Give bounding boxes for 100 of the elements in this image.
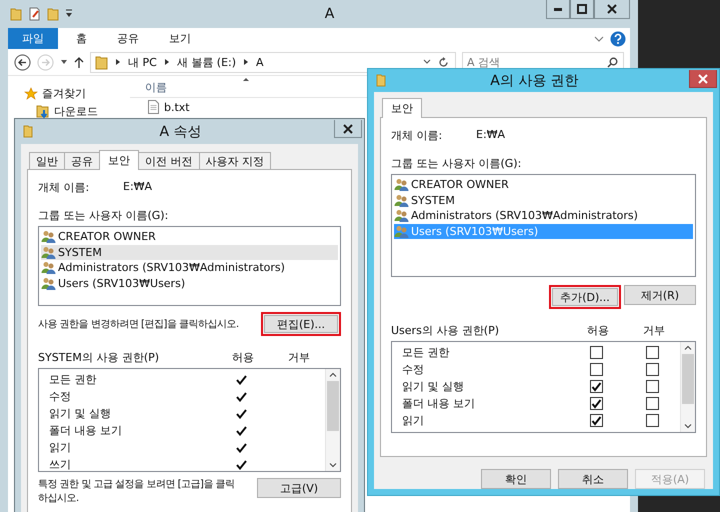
checkbox[interactable] <box>646 363 658 376</box>
maximize-button[interactable] <box>570 0 594 19</box>
scrollbar[interactable] <box>680 342 695 432</box>
user-group-icon <box>41 261 56 274</box>
dropdown-icon[interactable] <box>65 9 73 19</box>
permission-name: 읽기 및 실행 <box>49 406 111 421</box>
dropdown-caret-icon[interactable] <box>423 59 431 65</box>
search-icon[interactable] <box>607 56 618 68</box>
principal-item[interactable]: Administrators (SRV103₩Administrators) <box>394 208 693 224</box>
refresh-icon[interactable] <box>438 56 449 68</box>
checkbox[interactable] <box>646 414 658 427</box>
object-name-label: 개체 이름: <box>391 128 444 143</box>
download-folder-icon <box>36 104 50 119</box>
help-icon[interactable] <box>610 30 626 46</box>
user-group-icon <box>394 209 409 222</box>
object-name-value: E:₩A <box>476 128 506 143</box>
principal-item[interactable]: Users (SRV103₩Users) <box>41 276 338 291</box>
principal-item[interactable]: Administrators (SRV103₩Administrators) <box>41 260 338 276</box>
tab[interactable]: 일반 <box>29 152 65 169</box>
principal-item[interactable]: CREATOR OWNER <box>394 177 693 192</box>
checkbox[interactable] <box>590 363 602 376</box>
window-title: A <box>324 6 336 22</box>
tab[interactable]: 공유 <box>64 152 100 169</box>
permission-name: 폴더 내용 보기 <box>402 396 475 411</box>
user-group-icon <box>394 178 409 192</box>
principal-item[interactable]: CREATOR OWNER <box>41 229 338 244</box>
tab[interactable]: 보안 <box>382 98 422 118</box>
breadcrumb[interactable]: 내 PC <box>128 54 157 70</box>
close-button[interactable] <box>334 120 362 138</box>
breadcrumb[interactable]: A <box>256 56 264 68</box>
list-button[interactable]: 제거(R) <box>624 285 696 305</box>
nav-item[interactable]: 즐겨찾기 <box>42 86 86 101</box>
object-name-label: 개체 이름: <box>38 180 90 195</box>
tab[interactable]: 사용자 지정 <box>198 152 271 169</box>
scrollbar[interactable] <box>325 369 340 471</box>
scroll-thumb[interactable] <box>327 381 339 431</box>
chevron-icon[interactable] <box>243 58 250 66</box>
close-icon <box>343 124 353 134</box>
dialog-button[interactable]: 취소 <box>558 469 628 489</box>
edit-button[interactable]: 편집(E)... <box>261 312 341 336</box>
checkbox[interactable] <box>590 346 602 359</box>
close-button[interactable] <box>689 70 717 88</box>
back-icon[interactable] <box>14 54 31 70</box>
scroll-down-icon[interactable] <box>329 463 337 468</box>
edit-hint: 사용 권한을 변경하려면 [편집]을 클릭하십시오. <box>38 318 239 331</box>
tab[interactable]: 보안 <box>99 150 139 170</box>
principal-item[interactable]: SYSTEM <box>41 244 338 260</box>
scroll-thumb[interactable] <box>682 354 694 404</box>
principal-list[interactable]: CREATOR OWNER SYSTEM Administrators (SRV103₩Administrators) Users (SRV103₩Users) <box>38 226 341 306</box>
permissions-label: SYSTEM의 사용 권한(P) <box>38 350 160 365</box>
permission-name: 쓰기 <box>49 457 71 472</box>
ribbon-tab[interactable]: 공유 <box>105 28 151 49</box>
object-name-value: E:₩A <box>123 180 152 195</box>
properties-icon[interactable] <box>28 7 41 21</box>
advanced-hint: 특정 권한 및 고급 설정을 보려면 [고급]을 클릭하십시오. <box>38 478 236 506</box>
minimize-button[interactable] <box>546 0 570 19</box>
checkbox[interactable] <box>590 414 602 427</box>
permission-name: 모든 권한 <box>402 345 450 360</box>
dialog-button[interactable]: 확인 <box>481 469 551 489</box>
ribbon-tab[interactable]: 보기 <box>157 28 203 49</box>
chevron-icon[interactable] <box>115 58 121 66</box>
deny-header: 거부 <box>287 350 311 365</box>
user-group-icon <box>394 194 409 207</box>
folder-icon <box>23 125 33 138</box>
permission-name: 읽기 <box>402 413 424 428</box>
history-caret-icon[interactable] <box>60 59 68 65</box>
ribbon-tab[interactable]: 홈 <box>64 28 99 49</box>
groups-label: 그룹 또는 사용자 이름(G): <box>391 156 522 172</box>
checkbox[interactable] <box>646 346 658 359</box>
groups-label: 그룹 또는 사용자 이름(G): <box>38 208 170 224</box>
checkbox[interactable] <box>590 397 602 410</box>
breadcrumb[interactable]: 새 볼륨 (E:) <box>176 54 236 70</box>
expand-ribbon-icon[interactable] <box>594 34 604 42</box>
file-name[interactable]: b.txt <box>164 100 190 114</box>
user-group-icon <box>41 230 56 244</box>
close-button[interactable] <box>594 0 630 19</box>
user-group-icon <box>41 246 56 259</box>
checkbox[interactable] <box>646 397 658 410</box>
nav-item[interactable]: 다운로드 <box>54 104 98 119</box>
permission-name: 폴더 내용 보기 <box>49 423 122 438</box>
column-header[interactable]: 이름 <box>145 80 167 95</box>
checkbox[interactable] <box>646 380 658 393</box>
permission-name: 모든 권한 <box>49 372 96 387</box>
scroll-up-icon[interactable] <box>684 345 692 350</box>
list-button[interactable]: 추가(D)... <box>549 285 621 309</box>
principal-item[interactable]: SYSTEM <box>394 192 693 208</box>
address-bar[interactable]: 내 PC 새 볼륨 (E:) A <box>90 52 456 72</box>
deny-header: 거부 <box>642 323 666 338</box>
up-arrow-icon[interactable] <box>74 56 84 68</box>
text-file-icon <box>148 100 159 114</box>
ribbon-tab[interactable]: 파일 <box>8 28 58 49</box>
principal-list[interactable]: CREATOR OWNER SYSTEM Administrators (SRV103₩Administrators) Users (SRV103₩Users) <box>391 174 696 277</box>
tab[interactable]: 이전 버전 <box>138 152 200 169</box>
folder-icon <box>95 54 108 70</box>
scroll-up-icon[interactable] <box>329 372 337 377</box>
checkbox[interactable] <box>590 380 602 393</box>
dialog-title: A 속성 <box>158 122 203 140</box>
chevron-icon[interactable] <box>164 58 170 66</box>
scroll-down-icon[interactable] <box>684 424 692 429</box>
advanced-button[interactable]: 고급(V) <box>257 478 341 498</box>
